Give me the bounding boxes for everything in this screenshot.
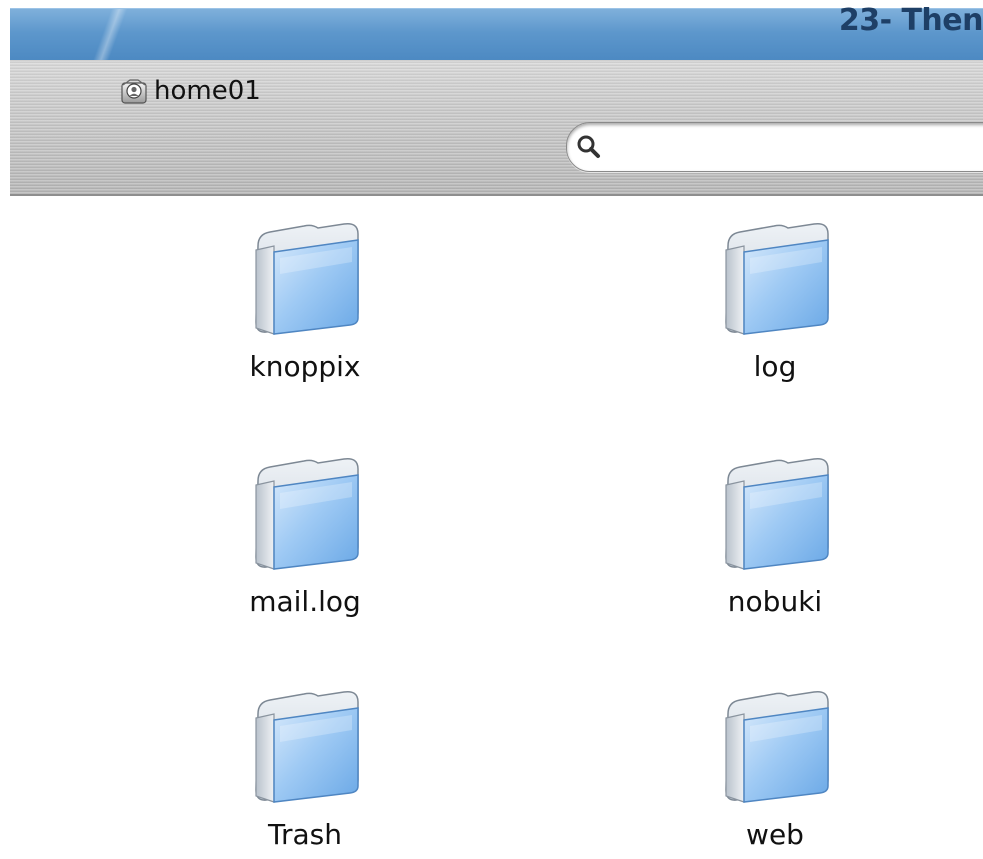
folder-icon: [255, 457, 359, 570]
folder-item-knoppix[interactable]: knoppix: [205, 216, 405, 383]
item-label: mail.log: [249, 585, 361, 618]
toolbar: home01: [10, 60, 983, 196]
item-label: knoppix: [249, 350, 361, 383]
folder-item-trash[interactable]: Trash: [205, 684, 405, 851]
title-bar-background: 23- Then: [10, 3, 983, 61]
item-label: log: [753, 350, 797, 383]
window-title: 23- Then: [838, 3, 983, 38]
item-label: nobuki: [727, 585, 823, 618]
item-label: Trash: [268, 818, 342, 851]
folder-icon: [725, 457, 829, 570]
search-input[interactable]: [609, 128, 983, 166]
folder-item-nobuki[interactable]: nobuki: [675, 451, 875, 618]
folder-icon: [725, 222, 829, 335]
item-label: web: [746, 818, 804, 851]
folder-icon: [255, 222, 359, 335]
path-control[interactable]: home01: [120, 74, 261, 108]
magnifier-icon: [577, 135, 600, 158]
folder-icon: [725, 690, 829, 803]
folder-icon: [255, 690, 359, 803]
home-folder-icon: [121, 79, 147, 104]
folder-item-log[interactable]: log: [675, 216, 875, 383]
folder-item-mail-log[interactable]: mail.log: [205, 451, 405, 618]
folder-item-web[interactable]: web: [675, 684, 875, 851]
search-field[interactable]: [566, 122, 983, 172]
icon-view: knoppix log mail.log nobuki Trash web: [10, 196, 983, 859]
path-label: home01: [154, 76, 261, 106]
finder-window: 23- Then home01 knoppix log mail.log nob…: [0, 0, 983, 859]
title-bar[interactable]: 23- Then: [0, 0, 983, 61]
